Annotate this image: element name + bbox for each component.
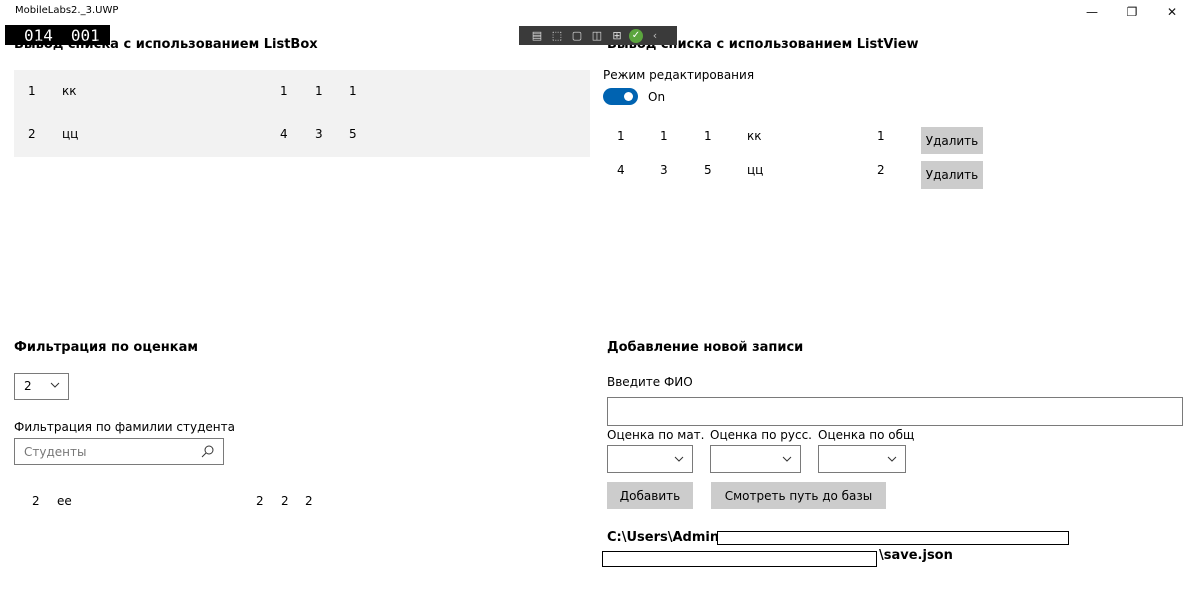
add-button[interactable]: Добавить bbox=[607, 482, 693, 509]
edit-mode-toggle[interactable] bbox=[603, 88, 638, 105]
row-name: кк bbox=[62, 84, 77, 98]
row-id: 1 bbox=[28, 84, 36, 98]
row-name: ее bbox=[57, 494, 72, 508]
delete-button[interactable]: Удалить bbox=[921, 127, 983, 154]
restore-icon: ❐ bbox=[1126, 5, 1138, 19]
row-grade-social: 2 bbox=[305, 494, 313, 508]
row-grade-rus: 3 bbox=[315, 127, 323, 141]
row-grade-social: 5 bbox=[704, 163, 712, 177]
toggle-state-label: On bbox=[648, 90, 666, 104]
maximize-button[interactable]: ❐ bbox=[1112, 0, 1152, 24]
chevron-down-icon bbox=[50, 382, 60, 388]
row-grade-social: 1 bbox=[349, 84, 357, 98]
delete-button[interactable]: Удалить bbox=[921, 161, 983, 189]
collapse-chevron-icon[interactable]: ‹ bbox=[647, 28, 663, 44]
fio-input[interactable] bbox=[607, 397, 1183, 426]
chevron-down-icon bbox=[887, 456, 897, 462]
display-layout-adorners-icon[interactable]: ▢ bbox=[569, 28, 585, 44]
redacted-path-segment bbox=[717, 531, 1069, 545]
fio-label: Введите ФИО bbox=[607, 375, 693, 389]
row-name: цц bbox=[747, 163, 764, 177]
row-grade-math: 1 bbox=[280, 84, 288, 98]
title-bar: MobileLabs2._3.UWP — ❐ ✕ bbox=[0, 0, 1195, 24]
row-id: 2 bbox=[877, 163, 885, 177]
select-element-icon[interactable]: ⬚ bbox=[549, 28, 565, 44]
row-grade-math: 1 bbox=[617, 129, 625, 143]
filter-section-title: Фильтрация по оценкам bbox=[14, 340, 198, 355]
close-icon: ✕ bbox=[1166, 5, 1178, 19]
student-search-input[interactable]: Студенты bbox=[14, 438, 224, 465]
list-item[interactable]: 2 цц 4 3 5 bbox=[14, 113, 590, 156]
list-item[interactable]: 1 кк 1 1 1 bbox=[14, 70, 590, 113]
track-focus-icon[interactable]: ◫ bbox=[589, 28, 605, 44]
surname-filter-label: Фильтрация по фамилии студента bbox=[14, 420, 235, 434]
rus-grade-combobox[interactable] bbox=[710, 445, 801, 473]
row-name: кк bbox=[747, 129, 762, 143]
row-grade-math: 2 bbox=[256, 494, 264, 508]
toggle-knob bbox=[624, 92, 633, 101]
chevron-down-icon bbox=[782, 456, 792, 462]
row-id: 1 bbox=[877, 129, 885, 143]
row-grade-math: 4 bbox=[617, 163, 625, 177]
show-db-path-button[interactable]: Смотреть путь до базы bbox=[711, 482, 886, 509]
row-grade-rus: 1 bbox=[660, 129, 668, 143]
row-name: цц bbox=[62, 127, 79, 141]
add-section-title: Добавление новой записи bbox=[607, 340, 804, 355]
search-placeholder: Студенты bbox=[24, 444, 87, 459]
students-listbox[interactable]: 1 кк 1 1 1 2 цц 4 3 5 bbox=[14, 70, 590, 157]
search-icon[interactable] bbox=[201, 444, 215, 458]
social-grade-combobox[interactable] bbox=[818, 445, 906, 473]
row-grade-rus: 1 bbox=[315, 84, 323, 98]
rus-grade-label: Оценка по русс. bbox=[710, 428, 812, 442]
row-grade-rus: 2 bbox=[281, 494, 289, 508]
db-path-suffix: \save.json bbox=[879, 548, 953, 563]
grade-filter-value: 2 bbox=[24, 379, 32, 393]
listbox-section-title: Вывод списка с использованием ListBox bbox=[14, 37, 318, 52]
app-title: MobileLabs2._3.UWP bbox=[15, 5, 119, 16]
edit-mode-label: Режим редактирования bbox=[603, 68, 755, 82]
minimize-button[interactable]: — bbox=[1072, 0, 1112, 24]
social-grade-label: Оценка по общ bbox=[818, 428, 915, 442]
row-grade-social: 1 bbox=[704, 129, 712, 143]
row-id: 2 bbox=[32, 494, 40, 508]
math-grade-combobox[interactable] bbox=[607, 445, 693, 473]
minimize-icon: — bbox=[1086, 5, 1098, 19]
grade-filter-combobox[interactable]: 2 bbox=[14, 373, 69, 400]
redacted-path-segment bbox=[602, 551, 877, 567]
chevron-down-icon bbox=[674, 456, 684, 462]
math-grade-label: Оценка по мат. bbox=[607, 428, 705, 442]
row-grade-social: 5 bbox=[349, 127, 357, 141]
hot-reload-icon[interactable]: ⊞ bbox=[609, 28, 625, 44]
db-path-prefix: C:\Users\Admin\ bbox=[607, 530, 724, 545]
xaml-debug-toolbar: ▤ ⬚ ▢ ◫ ⊞ ✓ ‹ bbox=[519, 26, 677, 45]
row-grade-math: 4 bbox=[280, 127, 288, 141]
row-id: 2 bbox=[28, 127, 36, 141]
checkmark-icon[interactable]: ✓ bbox=[629, 28, 643, 43]
go-to-live-visual-tree-icon[interactable]: ▤ bbox=[529, 28, 545, 44]
close-button[interactable]: ✕ bbox=[1152, 0, 1192, 24]
row-grade-rus: 3 bbox=[660, 163, 668, 177]
